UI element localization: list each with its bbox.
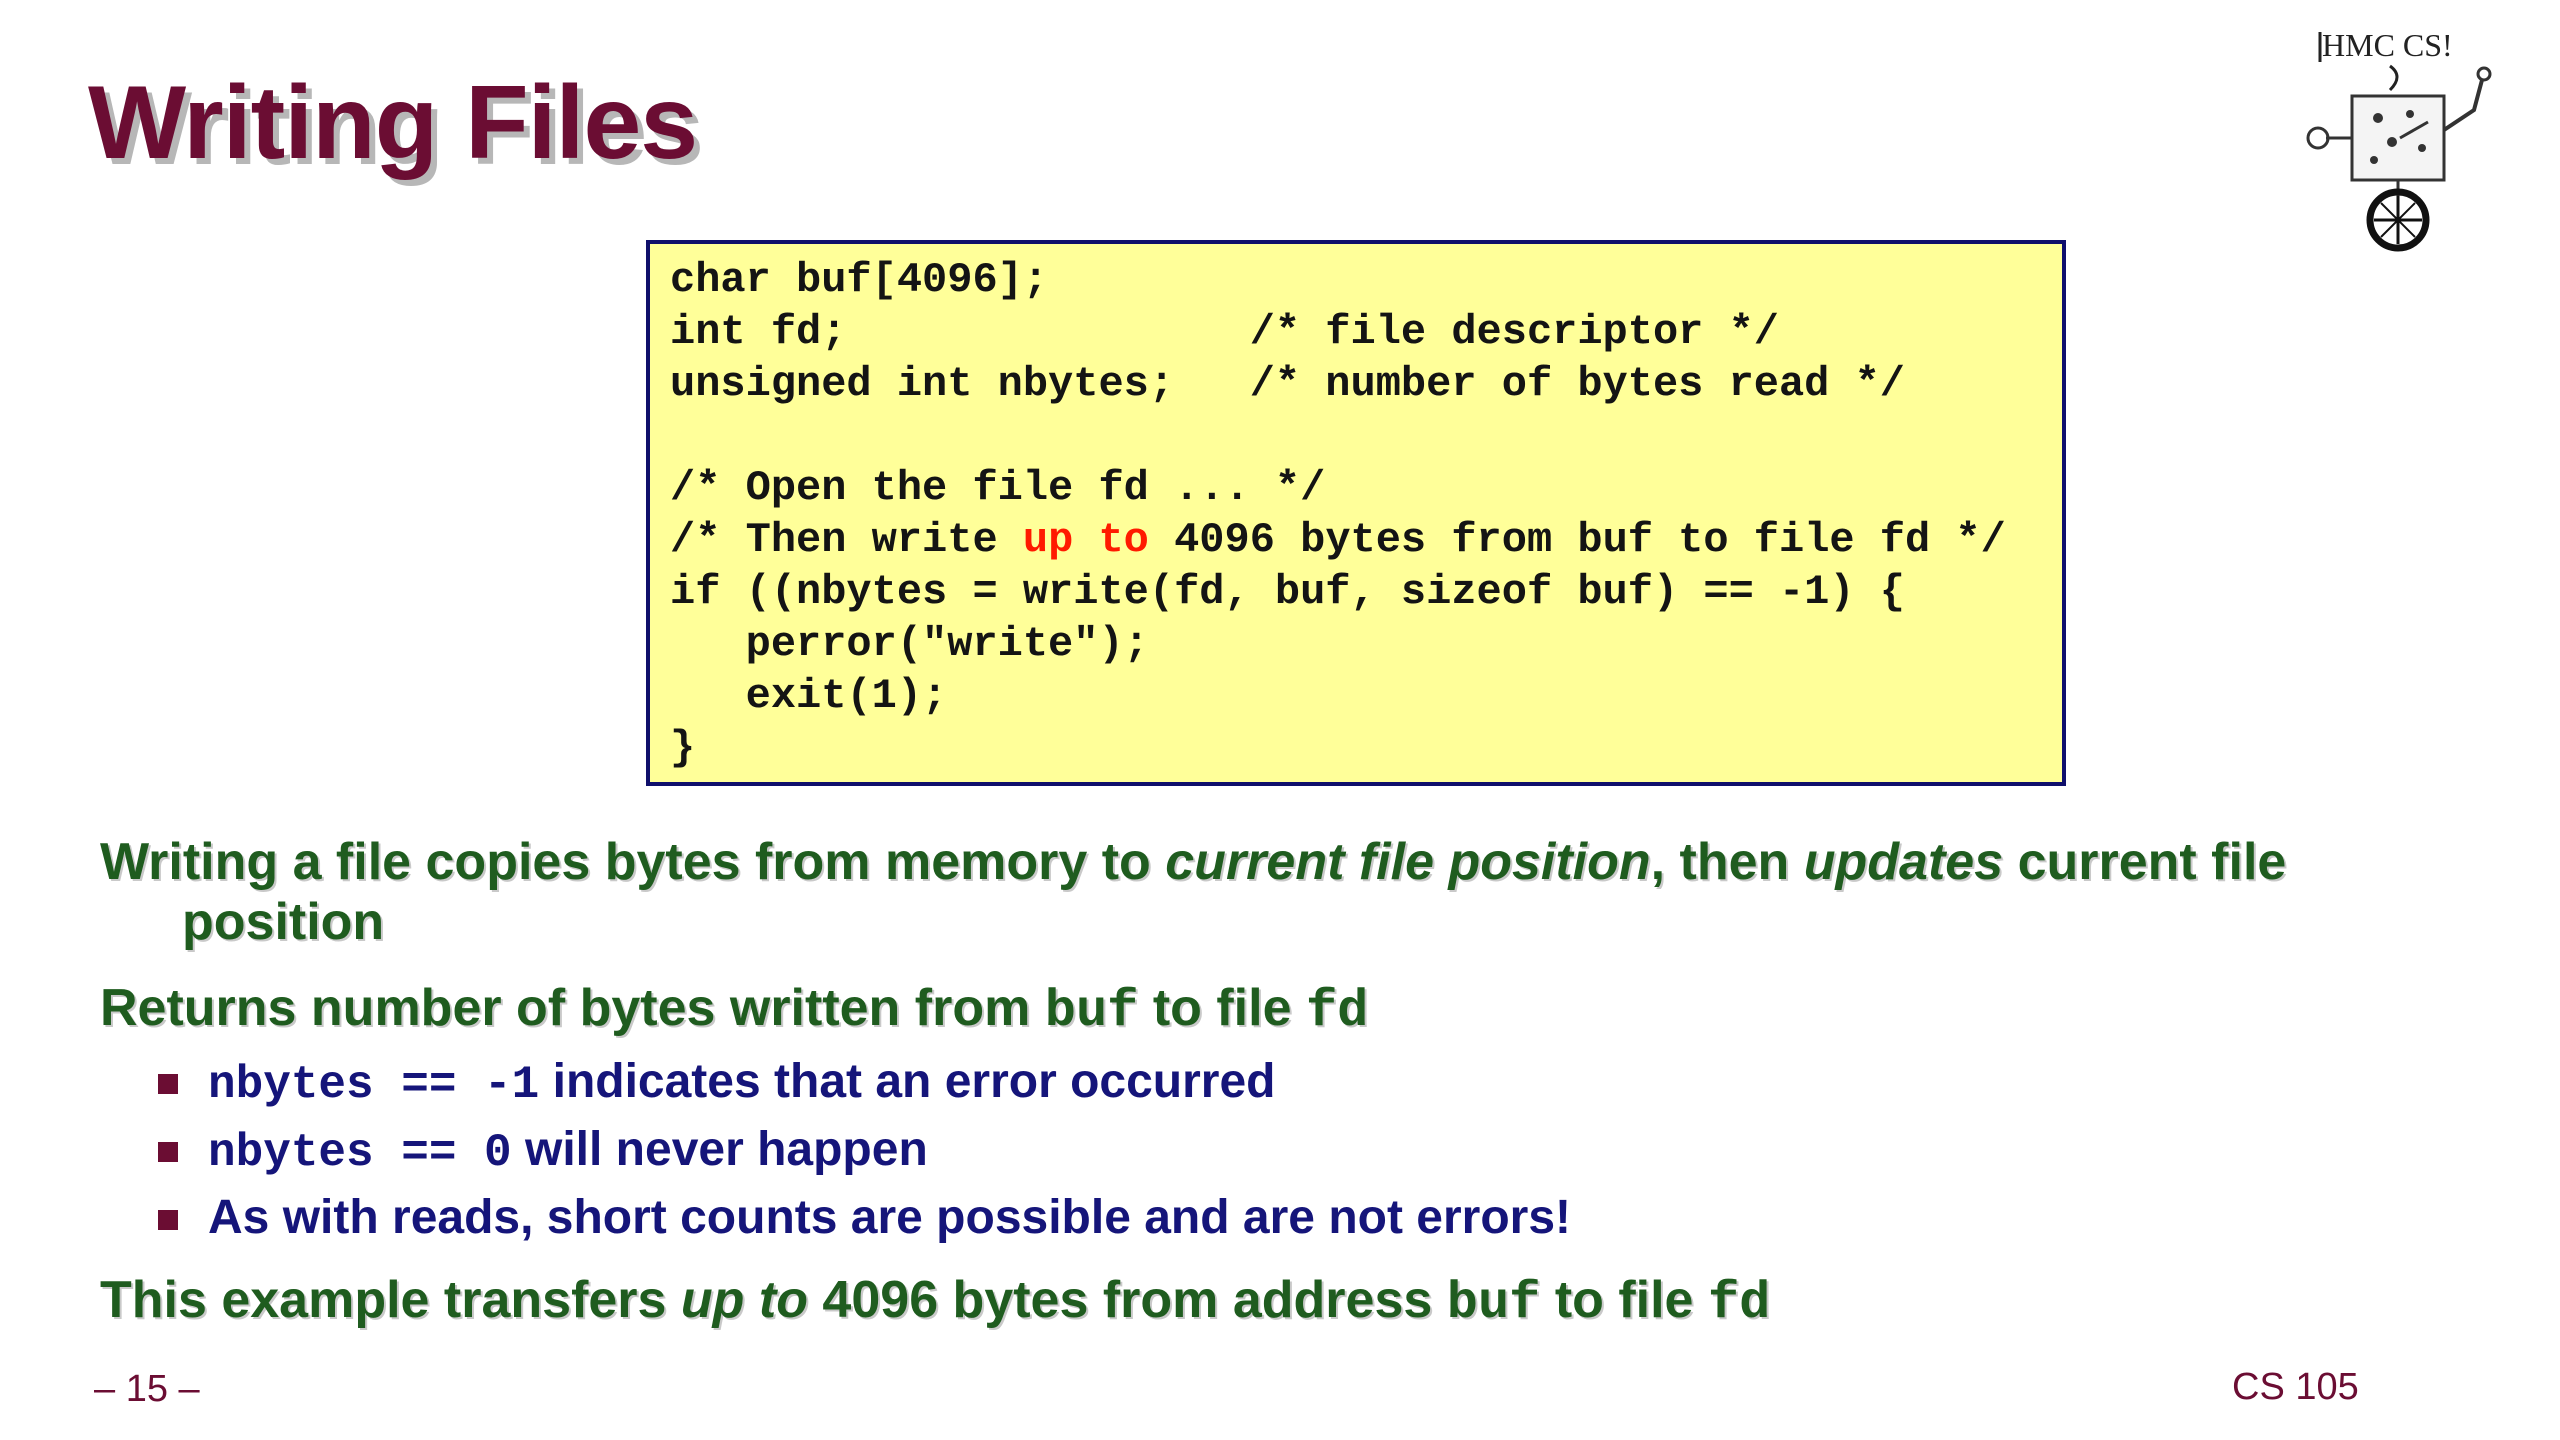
code-line: unsigned int nbytes; /* number of bytes … (670, 360, 1906, 408)
text: , then (1650, 833, 1804, 891)
code-line: int fd; /* file descriptor */ (670, 308, 1779, 356)
text: will never happen (511, 1123, 928, 1176)
code-inline: fd (1305, 982, 1369, 1041)
bullet-point-continuation: position (182, 893, 385, 951)
sub-point-error: nbytes == -1 indicates that an error occ… (158, 1054, 1276, 1113)
code-comment-start: /* Then write (670, 516, 1023, 564)
code-inline: buf (1446, 1274, 1541, 1333)
text: to file (1540, 1271, 1708, 1329)
emphasis: up to (680, 1271, 808, 1329)
slide-title: Writing Files (88, 65, 698, 181)
emphasis: updates (1803, 833, 2004, 891)
code-block: char buf[4096]; int fd; /* file descript… (646, 240, 2066, 786)
logo-text: HMC CS! (2322, 27, 2453, 63)
square-bullet-icon (158, 1142, 178, 1162)
bullet-point-returns: Returns number of bytes written from buf… (100, 978, 1368, 1042)
text: Writing a file copies bytes from memory … (100, 833, 1166, 891)
text: This example transfers (100, 1271, 681, 1329)
course-label: CS 105 (2232, 1366, 2359, 1408)
code-line: char buf[4096]; (670, 256, 1049, 304)
code-inline: nbytes == -1 (208, 1059, 540, 1111)
text: As with reads, short counts are possible… (208, 1191, 1572, 1244)
code-line: } (670, 724, 696, 772)
bullet-point-writing-copies: Writing a file copies bytes from memory … (100, 832, 2286, 952)
code-line: /* Open the file fd ... */ (670, 464, 1326, 512)
text: indicates that an error occurred (539, 1055, 1276, 1108)
code-line: if ((nbytes = write(fd, buf, sizeof buf)… (670, 568, 1906, 616)
text: Returns number of bytes written from (100, 979, 1045, 1037)
bullet-point-example: This example transfers up to 4096 bytes … (100, 1270, 1770, 1334)
hmc-cs-robot-logo: HMC CS! (2306, 27, 2492, 252)
sub-point-zero: nbytes == 0 will never happen (158, 1122, 928, 1181)
emphasis: current file position (1165, 833, 1651, 891)
code-comment-end: 4096 bytes from buf to file fd */ (1148, 516, 2006, 564)
code-line: exit(1); (670, 672, 948, 720)
text: 4096 bytes from address (807, 1271, 1447, 1329)
code-inline: buf (1044, 982, 1139, 1041)
page-number: – 15 – (94, 1368, 200, 1410)
text: to file (1138, 979, 1306, 1037)
square-bullet-icon (158, 1074, 178, 1094)
code-highlight-up-to: up to (1022, 516, 1149, 564)
bullet-point-line: Writing a file copies bytes from memory … (100, 832, 2286, 892)
code-line: perror("write"); (670, 620, 1149, 668)
code-inline: nbytes == 0 (208, 1127, 512, 1179)
sub-point-short-counts: As with reads, short counts are possible… (158, 1190, 1572, 1246)
code-line: /* Then write up to 4096 bytes from buf … (670, 514, 2062, 566)
square-bullet-icon (158, 1210, 178, 1230)
code-inline: fd (1707, 1274, 1771, 1333)
text: current file (2003, 833, 2287, 891)
